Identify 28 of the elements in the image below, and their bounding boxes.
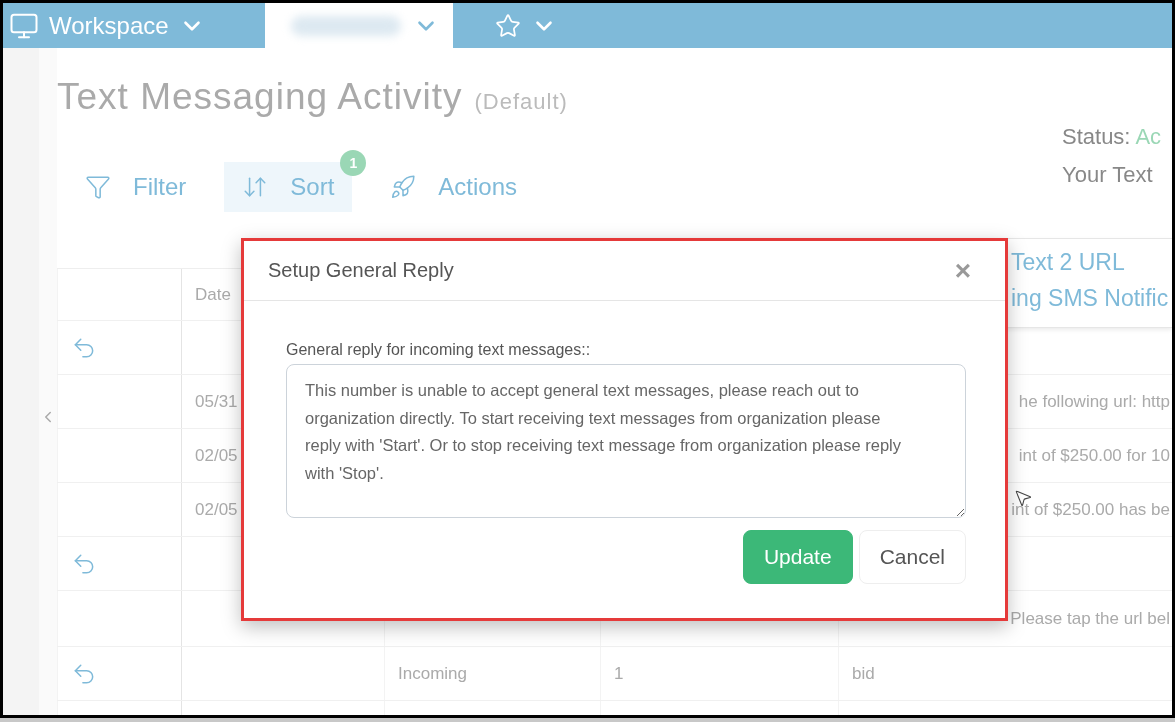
table-cell: 02/05 (195, 445, 238, 466)
reply-textarea[interactable]: This number is unable to accept general text messages, please reach out to organization directly. To start receiving text messages from organization please reply with 'Start'. Or to stop receiving text message from organization please reply with 'Stop'. (286, 364, 966, 518)
nav-tab[interactable] (265, 3, 453, 48)
table-cell: Please tap the url bel (1010, 608, 1170, 629)
table-cell: 02/05 (195, 499, 238, 520)
page-subtitle: (Default) (474, 89, 568, 115)
toolbar-button[interactable]: Filter (67, 162, 205, 212)
table-cell: 1 (614, 663, 624, 684)
close-button[interactable]: × (954, 256, 971, 285)
star-icon (495, 12, 521, 39)
dialog-button[interactable]: Cancel (858, 530, 966, 584)
page-title: Text Messaging Activity (57, 76, 463, 118)
table-cell: he following url: http (1018, 391, 1170, 412)
filter-icon (85, 174, 111, 200)
table-cell: int of $250.00 has be (1011, 499, 1170, 520)
status-text: Status: Ac (1062, 124, 1163, 150)
your-text-label: Your Text (1062, 162, 1154, 188)
menu-item[interactable]: ing SMS Notific (1011, 285, 1172, 312)
table-cell: bid (852, 663, 875, 684)
menu-item[interactable]: Text 2 URL (1011, 249, 1172, 276)
count-badge: 1 (340, 150, 367, 176)
toolbar-button[interactable]: Actions (372, 162, 536, 212)
table-cell: 05/31 (195, 391, 238, 412)
dialog-button[interactable]: Update (742, 530, 853, 584)
field-label: General reply for incoming text messages:: (286, 341, 592, 359)
rocket-icon (390, 174, 417, 200)
table-cell: int of $250.00 for 10 (1018, 445, 1170, 466)
table-cell: Incoming (398, 663, 467, 684)
